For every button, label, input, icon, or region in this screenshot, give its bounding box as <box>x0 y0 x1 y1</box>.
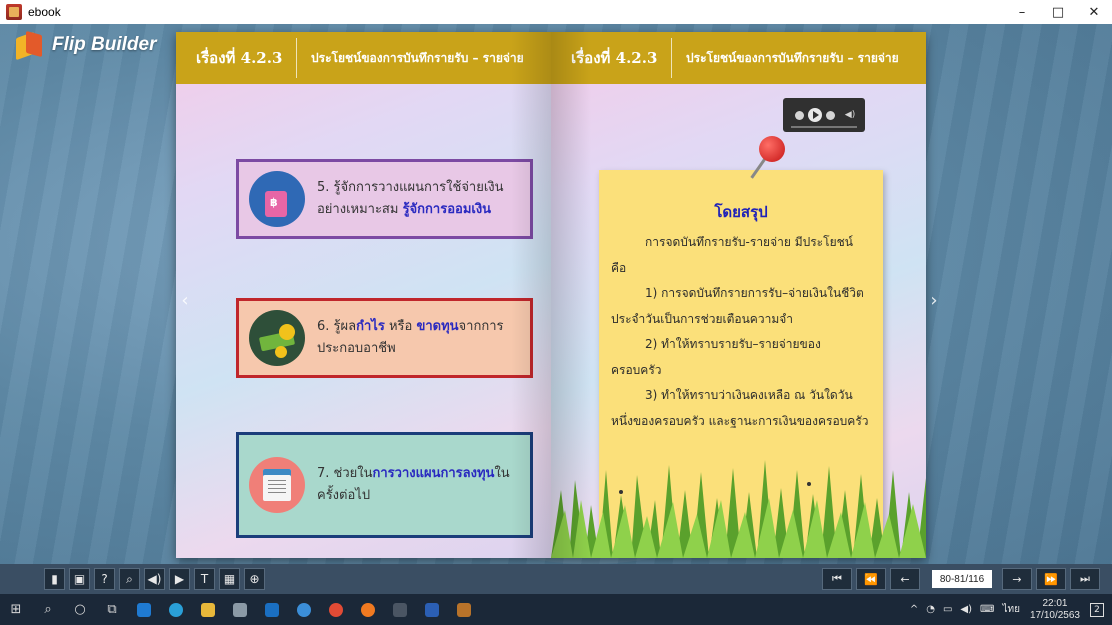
logo-text: Flip Builder <box>52 34 157 55</box>
task-view-icon[interactable]: ⧉ <box>96 594 128 625</box>
note-line-1: การจดบันทึกรายรับ-รายจ่าย มีประโยชน์ คือ <box>611 235 853 275</box>
card-5-text: 5. รู้จักการวางแผนการใช้จ่ายเงินอย่างเหม… <box>317 177 530 221</box>
piggy-bank-icon <box>249 171 305 227</box>
card-7-prefix: 7. ช่วยใน <box>317 466 373 481</box>
language-indicator[interactable]: ไทย <box>1002 602 1019 617</box>
card-profit-loss: 6. รู้ผลกำไร หรือ ขาดทุนจากการประกอบอาชี… <box>236 298 533 378</box>
previous-page-icon[interactable]: ← <box>890 568 920 590</box>
note-line-4: 3) ทำให้ทราบว่าเงินคงเหลือ ณ วันใดวันหนึ… <box>611 388 869 428</box>
play-icon[interactable] <box>807 108 822 122</box>
right-page-fold-shadow <box>551 32 591 558</box>
maximize-button[interactable]: □ <box>1040 0 1076 24</box>
volume-icon[interactable]: ◀) <box>845 110 855 120</box>
mail-icon[interactable] <box>256 594 288 625</box>
audio-player[interactable]: ◀) <box>783 98 865 132</box>
slideshow-button[interactable]: ▶ <box>169 568 190 590</box>
clock-date: 17/10/2563 <box>1029 609 1080 621</box>
start-icon[interactable]: ⊞ <box>0 594 32 625</box>
card-6-middle: หรือ <box>384 319 417 334</box>
card-7-emphasis: การวางแผนการลงทุน <box>372 466 495 481</box>
card-6-text: 6. รู้ผลกำไร หรือ ขาดทุนจากการประกอบอาชี… <box>317 316 530 360</box>
zoom-button[interactable]: ⊕ <box>244 568 265 590</box>
card-save-money: 5. รู้จักการวางแผนการใช้จ่ายเงินอย่างเหม… <box>236 159 533 239</box>
card-6-emphasis-2: ขาดทุน <box>416 319 459 334</box>
card-7-text: 7. ช่วยในการวางแผนการลงทุนในครั้งต่อไป <box>317 463 530 507</box>
chrome-icon[interactable] <box>288 594 320 625</box>
text-button[interactable]: T <box>194 568 215 590</box>
page-number-input[interactable]: 80-81/116 <box>932 570 992 588</box>
bookmark-button[interactable]: ▮ <box>44 568 65 590</box>
last-page-icon[interactable]: ⏭ <box>1070 568 1100 590</box>
flip-builder-logo: Flip Builder <box>16 30 157 61</box>
next-page-icon[interactable]: → <box>1002 568 1032 590</box>
note-line-3: 2) ทำให้ทราบรายรับ–รายจ่ายของครอบครัว <box>611 337 821 377</box>
left-page[interactable]: เรื่องที่ 4.2.3 ประโยชน์ของการบันทึกรายร… <box>176 32 551 558</box>
previous-page-arrow-icon[interactable]: ‹ <box>177 280 193 320</box>
minimize-button[interactable]: – <box>1004 0 1040 24</box>
toolbar-right-group: ⏮ ⏪ ← 80-81/116 → ⏩ ⏭ <box>818 564 1100 594</box>
system-tray: ^ ◔ ▭ ◀) ⌨ ไทย 22:01 17/10/2563 2 <box>902 594 1104 625</box>
left-header-title: ประโยชน์ของการบันทึกรายรับ – รายจ่าย <box>311 50 524 65</box>
keyboard-icon[interactable]: ⌨ <box>980 604 994 615</box>
grass-illustration <box>551 450 926 558</box>
left-header-topic: เรื่องที่ 4.2.3 <box>196 49 283 67</box>
edge-icon[interactable] <box>160 594 192 625</box>
right-page-header: เรื่องที่ 4.2.3 ประโยชน์ของการบันทึกรายร… <box>551 32 926 84</box>
book-spread: เรื่องที่ 4.2.3 ประโยชน์ของการบันทึกรายร… <box>176 32 926 558</box>
clock-time: 22:01 <box>1042 597 1068 609</box>
grid-button[interactable]: ▦ <box>219 568 240 590</box>
chevron-up-icon[interactable]: ^ <box>910 604 918 615</box>
thumbnail-button[interactable]: ▣ <box>69 568 90 590</box>
battery-icon[interactable]: ▭ <box>943 604 952 615</box>
sound-button[interactable]: ◀) <box>144 568 165 590</box>
right-page[interactable]: เรื่องที่ 4.2.3 ประโยชน์ของการบันทึกรายร… <box>551 32 926 558</box>
cortana-icon[interactable]: ○ <box>64 594 96 625</box>
window-title: ebook <box>28 5 61 19</box>
note-body: การจดบันทึกรายรับ-รายจ่าย มีประโยชน์ คือ… <box>611 230 871 434</box>
close-button[interactable]: ✕ <box>1076 0 1112 24</box>
word-icon[interactable] <box>416 594 448 625</box>
store-icon[interactable] <box>224 594 256 625</box>
previous-spread-icon[interactable]: ⏪ <box>856 568 886 590</box>
card-investment-plan: 7. ช่วยในการวางแผนการลงทุนในครั้งต่อไป <box>236 432 533 538</box>
next-page-arrow-icon[interactable]: › <box>926 280 942 320</box>
next-spread-icon[interactable]: ⏩ <box>1036 568 1066 590</box>
help-button[interactable]: ? <box>94 568 115 590</box>
card-6-prefix: 6. รู้ผล <box>317 319 357 334</box>
ebook-taskbar-icon[interactable] <box>448 594 480 625</box>
forward-icon[interactable] <box>825 110 835 120</box>
file-explorer-icon[interactable] <box>192 594 224 625</box>
rewind-icon[interactable] <box>794 110 804 120</box>
flipbook-toolbar: ▮ ▣ ? ⌕ ◀) ▶ T ▦ ⊕ ⏮ ⏪ ← 80-81/116 → ⏩ ⏭ <box>0 564 1112 594</box>
ebook-app-icon <box>6 4 22 20</box>
flip-builder-logo-icon <box>16 30 46 61</box>
chrome-alt-icon[interactable] <box>320 594 352 625</box>
clock[interactable]: 22:01 17/10/2563 <box>1030 598 1080 622</box>
toolbar-left-group: ▮ ▣ ? ⌕ ◀) ▶ T ▦ ⊕ <box>44 564 269 594</box>
note-line-2: 1) การจดบันทึกรายการรับ–จ่ายเงินในชีวิตป… <box>611 286 864 326</box>
internet-explorer-icon[interactable] <box>128 594 160 625</box>
network-icon[interactable]: ◔ <box>926 604 935 615</box>
money-coins-icon <box>249 310 305 366</box>
left-page-header: เรื่องที่ 4.2.3 ประโยชน์ของการบันทึกรายร… <box>176 32 551 84</box>
left-page-fold-shadow <box>511 32 551 558</box>
audio-progress-bar[interactable] <box>791 126 857 128</box>
first-page-icon[interactable]: ⏮ <box>822 568 852 590</box>
document-plan-icon <box>249 457 305 513</box>
search-button[interactable]: ⌕ <box>119 568 140 590</box>
photos-icon[interactable] <box>384 594 416 625</box>
pushpin-icon <box>749 136 789 180</box>
notification-icon[interactable]: 2 <box>1090 602 1104 617</box>
windows-taskbar: ⊞ ⌕ ○ ⧉ ^ ◔ ▭ ◀) ⌨ ไทย 22:01 17/10/2563 … <box>0 594 1112 625</box>
card-6-emphasis: กำไร <box>356 319 385 334</box>
note-title: โดยสรุป <box>714 203 768 221</box>
flipbook-stage: Flip Builder เรื่องที่ 4.2.3 ประโยชน์ของ… <box>0 24 1112 564</box>
card-5-emphasis: รู้จักการออมเงิน <box>402 202 492 217</box>
right-header-title: ประโยชน์ของการบันทึกรายรับ – รายจ่าย <box>686 50 899 65</box>
volume-icon[interactable]: ◀) <box>960 604 972 615</box>
search-icon[interactable]: ⌕ <box>32 594 64 625</box>
firefox-icon[interactable] <box>352 594 384 625</box>
window-controls: – □ ✕ <box>1004 0 1112 24</box>
window-titlebar: ebook – □ ✕ <box>0 0 1112 24</box>
